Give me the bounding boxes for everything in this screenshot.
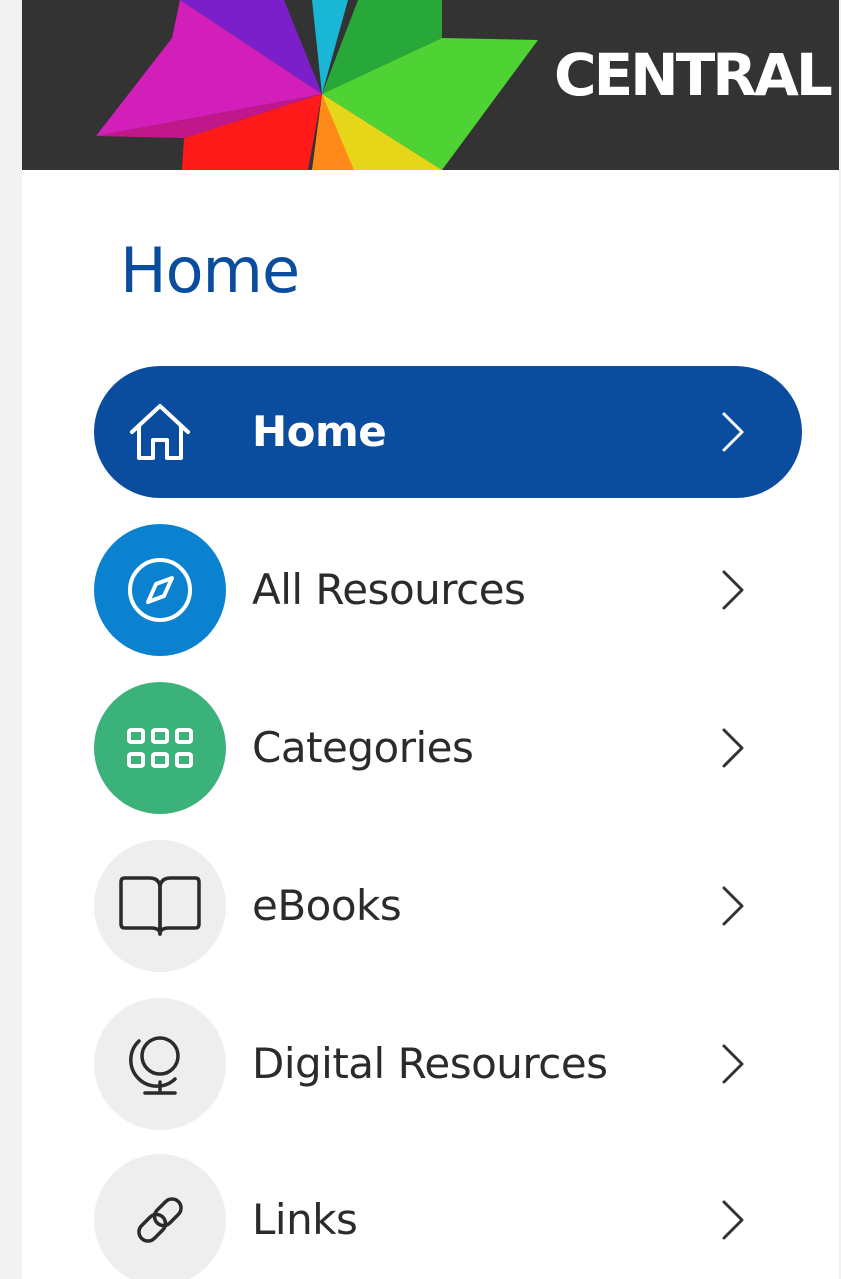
- nav-item-label: All Resources: [252, 565, 526, 614]
- brand-name: CENTRAL: [554, 41, 833, 109]
- nav-item-label: eBooks: [252, 881, 402, 930]
- chevron-right-icon: [722, 1200, 744, 1240]
- sidebar-panel: CENTRAL Home Home All Resources Categori…: [22, 0, 839, 1279]
- nav-item-label: Home: [252, 407, 387, 456]
- chevron-right-icon: [722, 886, 744, 926]
- chevron-right-icon: [722, 1044, 744, 1084]
- nav-item-label: Links: [252, 1195, 358, 1244]
- nav-item-digital-resources[interactable]: Digital Resources: [94, 998, 804, 1130]
- grid-icon: [94, 682, 226, 814]
- nav-item-categories[interactable]: Categories: [94, 682, 804, 814]
- nav-item-home[interactable]: Home: [94, 366, 804, 498]
- nav-item-label: Digital Resources: [252, 1039, 608, 1088]
- nav-item-ebooks[interactable]: eBooks: [94, 840, 804, 972]
- book-icon: [94, 840, 226, 972]
- chevron-right-icon: [722, 728, 744, 768]
- link-icon: [94, 1154, 226, 1279]
- pinwheel-logo: [96, 0, 538, 170]
- nav-item-all-resources[interactable]: All Resources: [94, 524, 804, 656]
- nav-item-links[interactable]: Links: [94, 1154, 804, 1279]
- compass-icon: [94, 524, 226, 656]
- nav-item-label: Categories: [252, 723, 474, 772]
- globe-icon: [94, 998, 226, 1130]
- header-banner: CENTRAL: [22, 0, 839, 170]
- chevron-right-icon: [722, 412, 744, 452]
- home-icon: [94, 366, 226, 498]
- chevron-right-icon: [722, 570, 744, 610]
- page-title: Home: [120, 234, 300, 307]
